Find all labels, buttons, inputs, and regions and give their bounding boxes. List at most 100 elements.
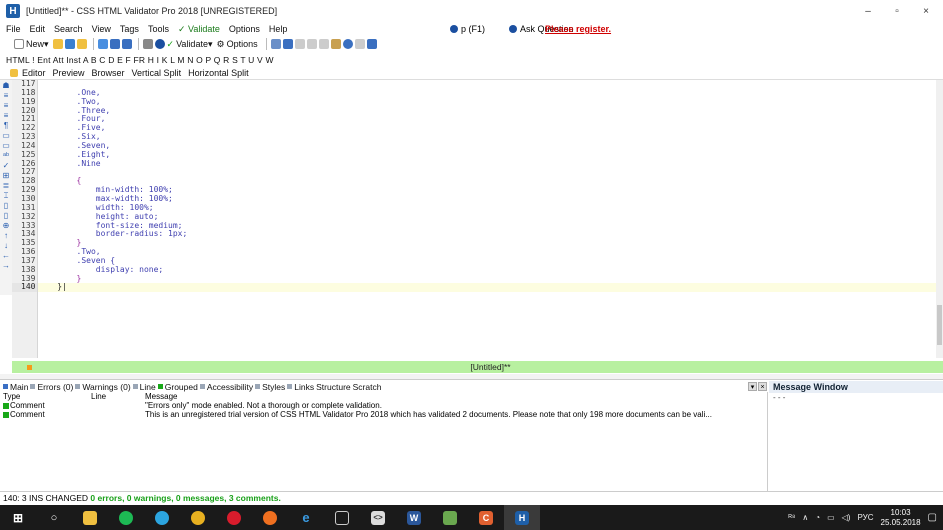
edge-button[interactable]: e — [288, 505, 324, 530]
code-line[interactable]: border-radius: 1px; — [38, 229, 936, 239]
chevron-up-icon[interactable]: ∧ — [802, 513, 808, 522]
network-icon[interactable]: ◔ — [815, 513, 820, 522]
arrow-left-icon[interactable]: ← — [2, 252, 10, 260]
tab-horizontal-split[interactable]: Horizontal Split — [188, 68, 249, 78]
notifications-icon[interactable]: ▢ — [928, 512, 937, 523]
arrow-down-icon[interactable]: ↓ — [2, 242, 10, 250]
opera-button[interactable] — [216, 505, 252, 530]
tag-letter-bar[interactable]: HTML ! Ent Att Inst A B C D E F FR H I K… — [0, 53, 943, 66]
panel-splitter[interactable] — [0, 374, 943, 380]
menu-tags[interactable]: Tags — [120, 24, 139, 34]
results-tab[interactable]: Styles — [255, 382, 285, 392]
menu-help[interactable]: Help — [269, 24, 288, 34]
validate-button[interactable]: ✓ Validate ▾ — [167, 39, 213, 50]
start-button[interactable]: ⊞ — [0, 505, 36, 530]
tab-editor[interactable]: Editor — [22, 67, 46, 78]
zoom-icon[interactable]: ⊕ — [2, 222, 10, 230]
code-line[interactable]: }| — [38, 283, 936, 293]
paste-icon[interactable] — [330, 39, 341, 49]
language-indicator[interactable]: РУС — [857, 513, 873, 522]
message-row[interactable]: Comment This is an unregistered trial ver… — [0, 410, 767, 419]
save-all-icon[interactable] — [121, 39, 132, 49]
document-icon[interactable]: ▭ — [2, 142, 10, 150]
code-line[interactable] — [38, 168, 936, 177]
list-icon[interactable]: ≡ — [2, 112, 10, 120]
save-icon[interactable] — [64, 39, 75, 49]
app-c-button[interactable]: C — [468, 505, 504, 530]
clock[interactable]: 10:03 25.05.2018 — [881, 508, 921, 528]
app-button[interactable] — [324, 505, 360, 530]
header-line[interactable]: Line — [75, 392, 145, 401]
code-line[interactable] — [38, 80, 936, 89]
chrome-button[interactable] — [180, 505, 216, 530]
firefox-button[interactable] — [252, 505, 288, 530]
results-tab[interactable]: Scratch — [353, 382, 382, 392]
refresh-icon[interactable] — [97, 39, 108, 49]
info-icon[interactable] — [154, 39, 165, 49]
tab-browser[interactable]: Browser — [92, 68, 125, 78]
open-folder-icon[interactable] — [52, 39, 63, 49]
menu-options[interactable]: Options — [229, 24, 260, 34]
validator-taskbar-button[interactable]: H — [504, 505, 540, 530]
code-line[interactable]: .Four, — [38, 115, 936, 124]
format-icon[interactable]: ⊞ — [2, 172, 10, 180]
panel-menu-button[interactable]: ▾ — [748, 382, 757, 391]
replace-icon[interactable] — [354, 39, 365, 49]
cut-icon[interactable] — [306, 39, 317, 49]
code-line[interactable]: .Two, — [38, 97, 936, 107]
code-line[interactable]: .Three, — [38, 106, 936, 116]
redo-icon[interactable] — [294, 39, 305, 49]
results-tab[interactable]: Accessibility — [199, 382, 253, 392]
telegram-button[interactable] — [144, 505, 180, 530]
code-editor[interactable]: .One, .Two, .Three, .Four, .Five, .Six, … — [38, 80, 936, 358]
results-tab[interactable]: Grouped — [157, 382, 198, 392]
options-button[interactable]: ⚙ Options — [216, 39, 257, 50]
results-tab[interactable]: Line — [132, 382, 156, 392]
results-tab[interactable]: Structure — [316, 382, 351, 392]
search-icon[interactable] — [342, 39, 353, 49]
menu-tools[interactable]: Tools — [148, 24, 169, 34]
print-icon[interactable] — [142, 39, 153, 49]
results-tab[interactable]: Warnings (0) — [75, 382, 131, 392]
code-line[interactable]: } — [38, 274, 936, 284]
code-line[interactable]: width: 100%; — [38, 203, 936, 213]
undo-icon[interactable] — [282, 39, 293, 49]
close-button[interactable]: × — [909, 0, 943, 22]
save-disk-icon[interactable] — [109, 39, 120, 49]
bookmark-icon[interactable] — [270, 39, 281, 49]
bracket-icon[interactable]: ⌶ — [2, 192, 10, 200]
word-button[interactable]: W — [396, 505, 432, 530]
code-line[interactable]: max-width: 100%; — [38, 194, 936, 204]
people-icon[interactable]: ᴿ⁸ — [788, 513, 795, 522]
frame-icon[interactable]: ▯ — [2, 212, 10, 220]
header-message[interactable]: Message — [145, 392, 767, 401]
scrollbar-thumb[interactable] — [937, 305, 942, 345]
check-icon[interactable]: ✓ — [2, 162, 10, 170]
code-line[interactable]: .Eight, — [38, 150, 936, 160]
frame-icon[interactable]: ▯ — [2, 202, 10, 210]
volume-icon[interactable]: ◁) — [842, 513, 851, 522]
menu-search[interactable]: Search — [54, 24, 83, 34]
message-row[interactable]: Comment "Errors only" mode enabled. Not a… — [0, 401, 767, 410]
register-link[interactable]: Please register. — [545, 24, 611, 34]
editor-vertical-scrollbar[interactable] — [936, 80, 943, 358]
paint-button[interactable] — [432, 505, 468, 530]
explorer-button[interactable] — [72, 505, 108, 530]
p-help-button[interactable]: p (F1) — [450, 24, 485, 34]
code-line[interactable]: } — [38, 238, 936, 248]
code-line[interactable]: .Seven { — [38, 256, 936, 266]
code-line[interactable]: .Seven, — [38, 141, 936, 151]
new-button[interactable]: New ▾ — [14, 39, 49, 50]
header-type[interactable]: Type — [3, 392, 75, 401]
results-tab[interactable]: Main — [3, 382, 28, 392]
code-line[interactable]: .Six, — [38, 132, 936, 142]
menu-edit[interactable]: Edit — [30, 24, 46, 34]
folder-icon[interactable] — [76, 39, 87, 49]
copy-icon[interactable] — [318, 39, 329, 49]
results-tab[interactable]: Errors (0) — [30, 382, 73, 392]
arrow-right-icon[interactable]: → — [2, 262, 10, 270]
panel-close-button[interactable]: × — [758, 382, 767, 391]
tab-vertical-split[interactable]: Vertical Split — [132, 68, 182, 78]
spellcheck-icon[interactable]: ᵃᵇ — [2, 152, 10, 160]
tab-preview[interactable]: Preview — [53, 68, 85, 78]
